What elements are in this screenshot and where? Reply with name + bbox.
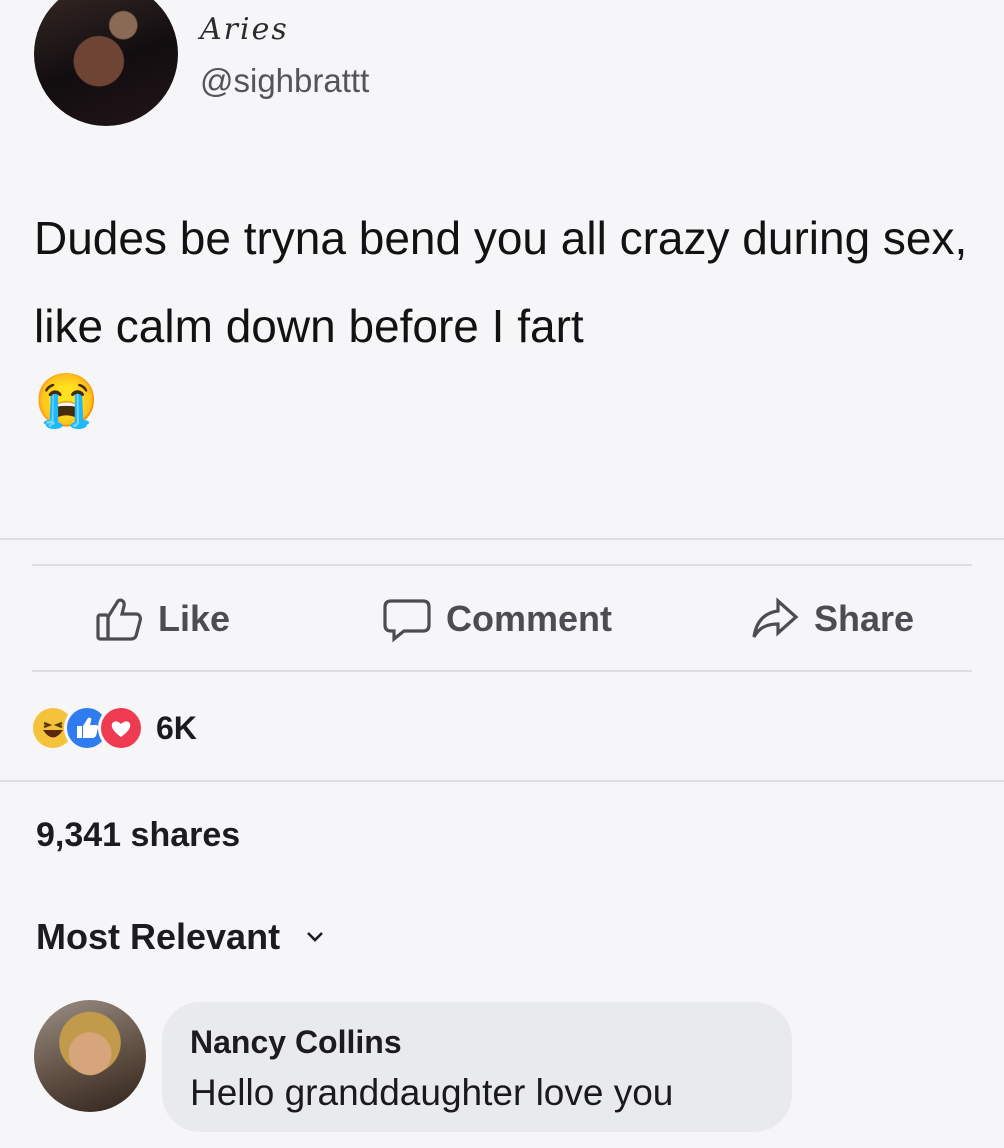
tweet-text: Dudes be tryna bend you all crazy during… xyxy=(34,212,968,352)
thumbs-up-icon xyxy=(96,598,142,641)
comment-text: Hello granddaughter love you xyxy=(190,1072,674,1113)
tweet-author-avatar[interactable] xyxy=(34,0,178,126)
divider xyxy=(0,780,1004,782)
divider xyxy=(32,564,972,566)
comment-author-name[interactable]: Nancy Collins xyxy=(190,1024,402,1061)
comment-button[interactable]: Comment xyxy=(382,594,612,644)
share-button[interactable]: Share xyxy=(750,594,914,644)
divider xyxy=(0,538,1004,540)
shares-count[interactable]: 9,341 shares xyxy=(36,816,240,855)
reaction-count: 6K xyxy=(156,709,197,746)
comment-icon xyxy=(383,599,431,643)
comment-author-avatar[interactable] xyxy=(34,1000,146,1112)
share-label: Share xyxy=(814,598,915,639)
share-arrow-icon xyxy=(752,597,799,638)
tweet-handle: @sighbrattt xyxy=(200,62,370,99)
sort-label: Most Relevant xyxy=(36,916,281,957)
like-label: Like xyxy=(158,598,231,639)
tweet-display-name: Aries xyxy=(200,12,289,47)
love-icon xyxy=(98,705,144,751)
crying-face-emoji: 😭 xyxy=(34,372,99,430)
chevron-down-icon xyxy=(307,932,323,942)
reactions-summary[interactable]: 6K xyxy=(30,702,197,754)
comment-sort-dropdown[interactable]: Most Relevant xyxy=(36,916,324,958)
divider xyxy=(32,670,972,672)
like-button[interactable]: Like xyxy=(94,594,230,644)
comment-label: Comment xyxy=(446,598,613,639)
